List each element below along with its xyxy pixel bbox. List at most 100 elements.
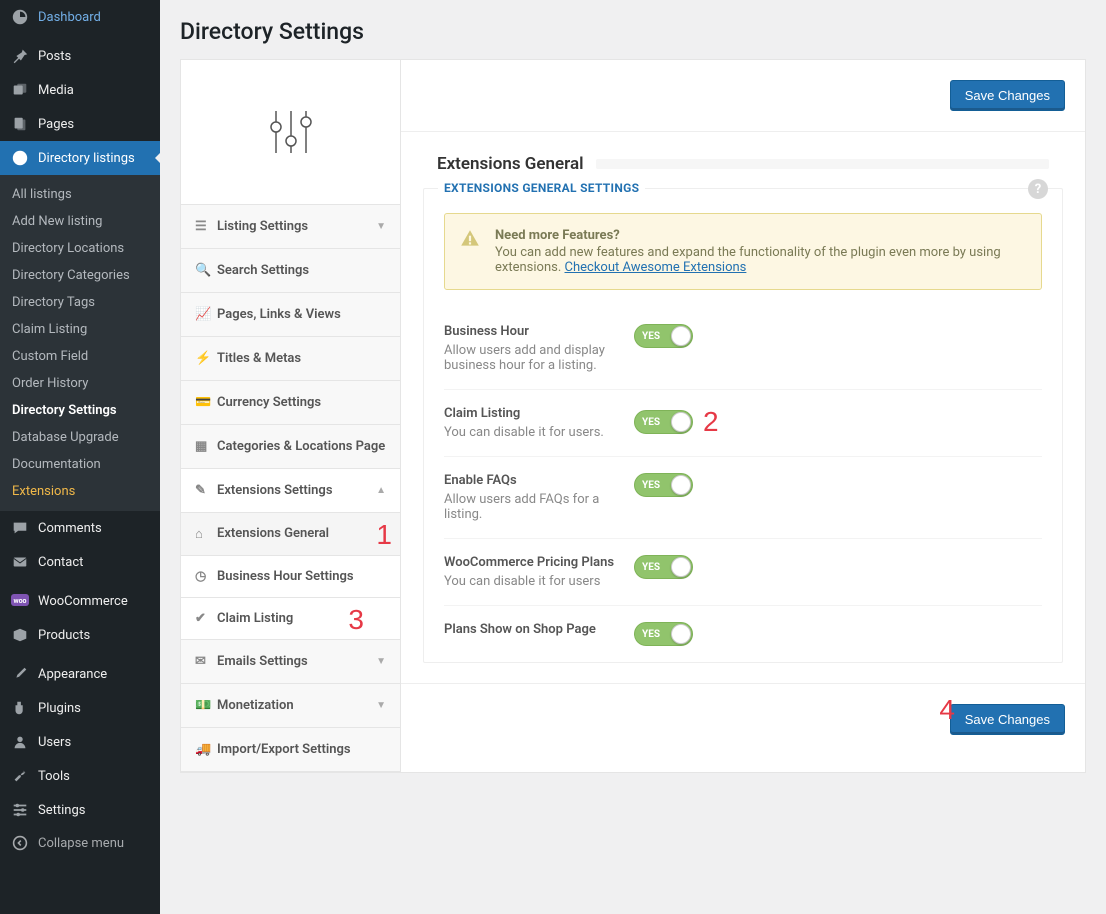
sidebar-item-woocommerce[interactable]: wooWooCommerce (0, 584, 160, 618)
nav-listing-settings[interactable]: ☰Listing Settings▼ (181, 205, 400, 249)
save-button-bottom[interactable]: Save Changes (950, 704, 1065, 735)
sidebar-item-label: Posts (38, 49, 71, 64)
toggle-state: YES (642, 629, 660, 640)
toggle-enable-faqs[interactable]: YES (634, 473, 693, 497)
toggle-claim-listing[interactable]: YES (634, 410, 693, 434)
card-icon: 💳 (195, 395, 217, 410)
submenu-directory-settings[interactable]: Directory Settings (0, 397, 160, 424)
save-button-top[interactable]: Save Changes (950, 80, 1065, 111)
sidebar-item-label: Comments (38, 521, 102, 536)
collapse-menu[interactable]: Collapse menu (0, 827, 160, 859)
submenu-all-listings[interactable]: All listings (0, 181, 160, 208)
nav-claim-listing[interactable]: ✔Claim Listing3 (181, 598, 400, 640)
nav-label: Search Settings (217, 263, 309, 278)
nav-label: Business Hour Settings (217, 569, 386, 584)
submenu-tags[interactable]: Directory Tags (0, 289, 160, 316)
user-icon (10, 733, 30, 751)
field-plans-shop: Plans Show on Shop Page YES (444, 606, 1042, 662)
grid-icon: ▦ (195, 439, 217, 454)
notice-title: Need more Features? (495, 228, 1025, 243)
nav-categories-locations[interactable]: ▦Categories & Locations Page (181, 425, 400, 469)
sidebar-item-settings[interactable]: Settings (0, 793, 160, 827)
chevron-down-icon: ▼ (376, 221, 386, 232)
field-desc: You can disable it for users (444, 574, 634, 589)
sidebar-item-label: Products (38, 628, 90, 643)
content-botbar: 4 Save Changes (401, 683, 1085, 755)
field-claim-listing: Claim ListingYou can disable it for user… (444, 390, 1042, 457)
sidebar-item-label: Media (38, 83, 74, 98)
nav-label: Listing Settings (217, 219, 308, 234)
sidebar-item-label: Pages (38, 117, 74, 132)
check-icon: ✔ (195, 611, 217, 626)
nav-pages-links[interactable]: 📈Pages, Links & Views (181, 293, 400, 337)
sidebar-item-posts[interactable]: Posts (0, 39, 160, 73)
sidebar-item-label: Contact (38, 555, 83, 570)
nav-import-export[interactable]: 🚚Import/Export Settings (181, 728, 400, 772)
sidebar-item-tools[interactable]: Tools (0, 759, 160, 793)
chevron-up-icon: ▲ (376, 485, 386, 496)
truck-icon: 🚚 (195, 742, 217, 757)
media-icon (10, 81, 30, 99)
mail-icon (10, 553, 30, 571)
submenu-custom-field[interactable]: Custom Field (0, 343, 160, 370)
nav-extensions-general[interactable]: ⌂Extensions General1 (181, 513, 400, 556)
submenu-categories[interactable]: Directory Categories (0, 262, 160, 289)
settings-card: ☰Listing Settings▼ 🔍Search Settings 📈Pag… (180, 59, 1086, 773)
nav-currency-settings[interactable]: 💳Currency Settings (181, 381, 400, 425)
submenu-db-upgrade[interactable]: Database Upgrade (0, 424, 160, 451)
sidebar-item-comments[interactable]: Comments (0, 511, 160, 545)
nav-label: Extensions General (217, 526, 386, 542)
label-text: Claim Listing (444, 406, 520, 421)
admin-sidebar: Dashboard Posts Media Pages Directory li… (0, 0, 160, 914)
chevron-down-icon: ▼ (376, 700, 386, 711)
nav-monetization[interactable]: 💵Monetization▼ (181, 684, 400, 728)
toggle-business-hour[interactable]: YES (634, 324, 693, 348)
home-icon: ⌂ (195, 526, 217, 542)
nav-emails-settings[interactable]: ✉Emails Settings▼ (181, 640, 400, 684)
nav-label: Currency Settings (217, 395, 321, 410)
sidebar-item-users[interactable]: Users (0, 725, 160, 759)
toggle-woo-pricing[interactable]: YES (634, 555, 693, 579)
content-topbar: Save Changes (401, 60, 1085, 132)
sidebar-item-media[interactable]: Media (0, 73, 160, 107)
submenu-locations[interactable]: Directory Locations (0, 235, 160, 262)
help-icon[interactable]: ? (1028, 179, 1048, 199)
sidebar-item-label: Settings (38, 803, 85, 818)
sidebar-item-appearance[interactable]: Appearance (0, 657, 160, 691)
nav-label: Pages, Links & Views (217, 307, 341, 322)
sidebar-item-plugins[interactable]: Plugins (0, 691, 160, 725)
submenu-claim[interactable]: Claim Listing (0, 316, 160, 343)
nav-label: Claim Listing (217, 611, 386, 626)
main-content: Directory Settings ☰Listing Settings▼ 🔍S… (160, 0, 1106, 914)
sidebar-item-pages[interactable]: Pages (0, 107, 160, 141)
field-desc: Allow users add and display business hou… (444, 343, 634, 373)
nav-search-settings[interactable]: 🔍Search Settings (181, 249, 400, 293)
nav-extensions-settings[interactable]: ✎Extensions Settings▲ (181, 469, 400, 513)
sidebar-item-products[interactable]: Products (0, 618, 160, 652)
submenu-extensions[interactable]: Extensions (0, 478, 160, 505)
extensions-general-panel: EXTENSIONS GENERAL SETTINGS ? Need more … (423, 188, 1063, 663)
sidebar-item-directory-listings[interactable]: Directory listings (0, 141, 160, 175)
sidebar-item-dashboard[interactable]: Dashboard (0, 0, 160, 34)
field-enable-faqs: Enable FAQsAllow users add FAQs for a li… (444, 457, 1042, 539)
notice-link[interactable]: Checkout Awesome Extensions (565, 260, 747, 275)
nav-business-hour[interactable]: ◷Business Hour Settings (181, 556, 400, 598)
toggle-state: YES (642, 331, 660, 342)
toggle-plans-shop[interactable]: YES (634, 622, 693, 646)
field-label: Plans Show on Shop Page (444, 622, 634, 637)
settings-nav-header (181, 60, 400, 205)
sidebar-item-label: Directory listings (38, 151, 135, 166)
toggle-state: YES (642, 562, 660, 573)
submenu-order-history[interactable]: Order History (0, 370, 160, 397)
section-title-text: Extensions General (437, 154, 584, 174)
label-text: Plans Show on Shop Page (444, 622, 596, 637)
field-business-hour: Business HourAllow users add and display… (444, 308, 1042, 390)
features-notice: Need more Features? You can add new feat… (444, 213, 1042, 290)
wrench-icon (10, 767, 30, 785)
nav-titles-metas[interactable]: ⚡Titles & Metas (181, 337, 400, 381)
sidebar-item-contact[interactable]: Contact (0, 545, 160, 579)
directory-icon (10, 149, 30, 167)
submenu-documentation[interactable]: Documentation (0, 451, 160, 478)
submenu-add-new[interactable]: Add New listing (0, 208, 160, 235)
nav-label: Emails Settings (217, 654, 308, 669)
